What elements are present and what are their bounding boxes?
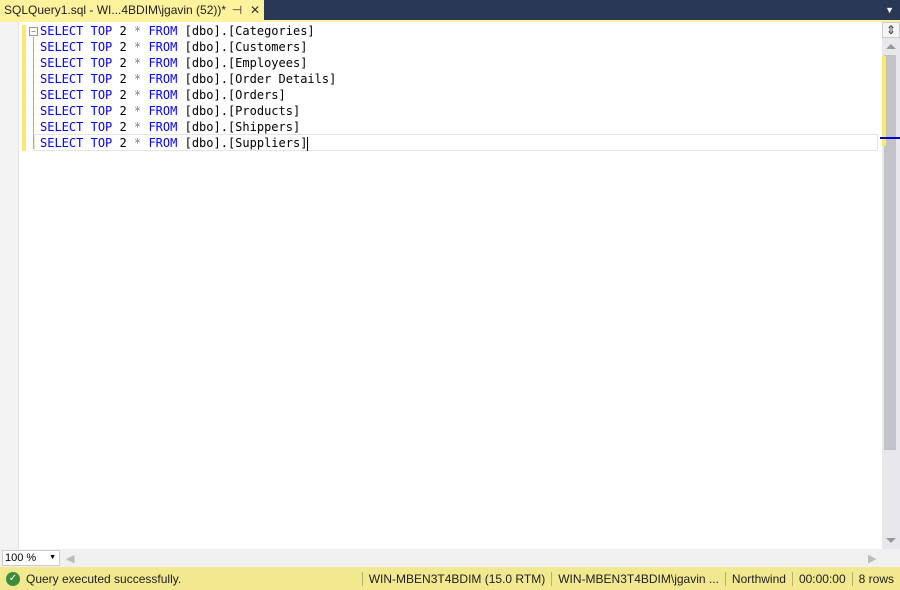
- tab-sqlquery1[interactable]: SQLQuery1.sql - WI...4BDIM\jgavin (52))*…: [0, 0, 264, 20]
- status-user: WIN-MBEN3T4BDIM\jgavin ...: [551, 571, 725, 586]
- token-kw: SELECT: [40, 56, 84, 70]
- token-kw: FROM: [148, 56, 178, 70]
- scroll-right-icon[interactable]: ▶: [868, 552, 876, 565]
- token-op: *: [133, 136, 142, 150]
- token-kw: TOP: [90, 136, 113, 150]
- token-kw: SELECT: [40, 24, 84, 38]
- document-tab-bar: SQLQuery1.sql - WI...4BDIM\jgavin (52))*…: [0, 0, 900, 20]
- token-op: *: [133, 72, 142, 86]
- token-kw: SELECT: [40, 104, 84, 118]
- scroll-down-icon[interactable]: [886, 538, 896, 543]
- token-kw: FROM: [148, 24, 178, 38]
- token-op: *: [133, 40, 142, 54]
- text-caret: [307, 136, 309, 151]
- token-num: 2: [119, 56, 127, 70]
- tab-title: SQLQuery1.sql - WI...4BDIM\jgavin (52))*: [4, 3, 227, 17]
- token-kw: TOP: [90, 120, 113, 134]
- code-line[interactable]: SELECT TOP 2 * FROM [dbo].[Employees]: [40, 55, 336, 71]
- token-kw: SELECT: [40, 120, 84, 134]
- query-editor[interactable]: − SELECT TOP 2 * FROM [dbo].[Categories]…: [0, 22, 882, 549]
- status-rows: 8 rows: [851, 571, 900, 586]
- token-kw: FROM: [148, 72, 178, 86]
- token-op: *: [133, 120, 142, 134]
- token-id: [dbo].[Order Details]: [184, 72, 337, 86]
- token-kw: SELECT: [40, 72, 84, 86]
- collapse-icon[interactable]: −: [29, 27, 38, 36]
- token-num: 2: [119, 120, 127, 134]
- token-kw: SELECT: [40, 136, 84, 150]
- status-database: Northwind: [724, 571, 792, 586]
- caret-position-marker: [880, 137, 900, 139]
- split-icon[interactable]: ⇕: [882, 22, 900, 38]
- token-id: [dbo].[Shippers]: [184, 120, 301, 134]
- token-kw: TOP: [90, 56, 113, 70]
- token-id: [dbo].[Suppliers]: [184, 136, 308, 150]
- token-num: 2: [119, 24, 127, 38]
- code-line[interactable]: SELECT TOP 2 * FROM [dbo].[Products]: [40, 103, 336, 119]
- token-op: *: [133, 88, 142, 102]
- status-bar: ✓ Query executed successfully. WIN-MBEN3…: [0, 567, 900, 590]
- token-op: *: [133, 56, 142, 70]
- token-op: *: [133, 104, 142, 118]
- token-num: 2: [119, 88, 127, 102]
- token-kw: SELECT: [40, 40, 84, 54]
- token-kw: FROM: [148, 120, 178, 134]
- code-line[interactable]: SELECT TOP 2 * FROM [dbo].[Orders]: [40, 87, 336, 103]
- scroll-change-marker: [882, 56, 886, 146]
- token-id: [dbo].[Customers]: [184, 40, 308, 54]
- token-kw: TOP: [90, 24, 113, 38]
- token-id: [dbo].[Orders]: [184, 88, 286, 102]
- token-kw: FROM: [148, 88, 178, 102]
- code-line[interactable]: SELECT TOP 2 * FROM [dbo].[Customers]: [40, 39, 336, 55]
- token-id: [dbo].[Categories]: [184, 24, 315, 38]
- token-id: [dbo].[Products]: [184, 104, 301, 118]
- token-kw: FROM: [148, 40, 178, 54]
- status-elapsed: 00:00:00: [791, 571, 852, 586]
- token-id: [dbo].[Employees]: [184, 56, 308, 70]
- scroll-left-icon[interactable]: ◀: [66, 552, 74, 565]
- success-check-icon: ✓: [6, 571, 20, 586]
- token-num: 2: [119, 136, 127, 150]
- close-icon[interactable]: ✕: [246, 3, 264, 17]
- zoom-select[interactable]: 100 % ▼: [2, 550, 60, 566]
- code-line[interactable]: SELECT TOP 2 * FROM [dbo].[Categories]: [40, 23, 336, 39]
- outline-line: [33, 37, 34, 149]
- chevron-down-icon: ▼: [49, 554, 56, 561]
- token-kw: TOP: [90, 88, 113, 102]
- zoom-value: 100 %: [5, 552, 37, 564]
- token-num: 2: [119, 72, 127, 86]
- token-kw: TOP: [90, 40, 113, 54]
- token-kw: TOP: [90, 72, 113, 86]
- status-server: WIN-MBEN3T4BDIM (15.0 RTM): [361, 571, 551, 586]
- status-message: Query executed successfully.: [26, 571, 182, 586]
- token-kw: FROM: [148, 136, 178, 150]
- code-line[interactable]: SELECT TOP 2 * FROM [dbo].[Suppliers]: [40, 135, 336, 151]
- change-indicator: [22, 25, 26, 151]
- token-kw: TOP: [90, 104, 113, 118]
- token-kw: SELECT: [40, 88, 84, 102]
- pin-icon[interactable]: ⊣: [228, 3, 246, 17]
- horizontal-scrollbar[interactable]: [0, 549, 900, 567]
- code-line[interactable]: SELECT TOP 2 * FROM [dbo].[Shippers]: [40, 119, 336, 135]
- tab-dropdown-icon[interactable]: ▼: [885, 5, 894, 15]
- code-line[interactable]: SELECT TOP 2 * FROM [dbo].[Order Details…: [40, 71, 336, 87]
- editor-gutter: [0, 22, 19, 549]
- token-op: *: [133, 24, 142, 38]
- token-kw: FROM: [148, 104, 178, 118]
- scroll-up-icon[interactable]: [886, 44, 896, 49]
- code-area[interactable]: SELECT TOP 2 * FROM [dbo].[Categories] SE…: [40, 23, 336, 151]
- token-num: 2: [119, 40, 127, 54]
- token-num: 2: [119, 104, 127, 118]
